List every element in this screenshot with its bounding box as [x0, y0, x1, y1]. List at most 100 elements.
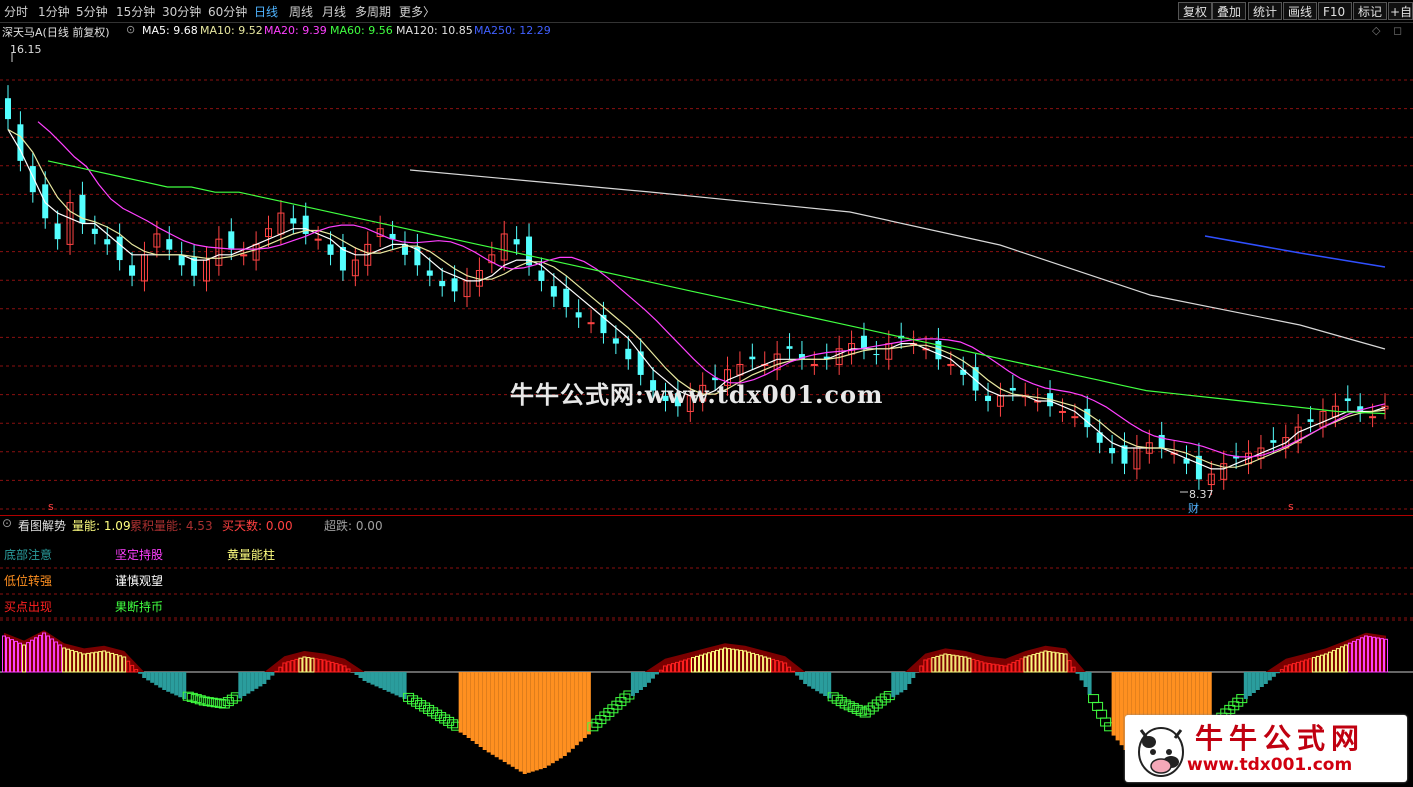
energy-bar-negative	[574, 672, 579, 746]
energy-bar-negative	[634, 672, 639, 693]
overlay-button[interactable]: 叠加	[1212, 2, 1246, 20]
event-marker-1[interactable]: s	[48, 500, 54, 513]
energy-bar-negative	[795, 672, 800, 676]
energy-bar-negative	[895, 672, 900, 695]
period-30min[interactable]: 30分钟	[162, 3, 201, 20]
energy-bar-negative	[911, 672, 916, 678]
candle-up	[1369, 416, 1377, 419]
candle-down	[129, 265, 136, 276]
candle-down	[166, 239, 173, 250]
restore-rights-button[interactable]: 复权	[1178, 2, 1212, 20]
candle-up	[314, 238, 322, 241]
financial-report-marker[interactable]: 财	[1188, 500, 1199, 516]
period-more[interactable]: 更多〉	[399, 3, 435, 20]
energy-bar-negative	[470, 672, 475, 741]
energy-bar-negative	[382, 672, 387, 690]
period-weekly[interactable]: 周线	[289, 3, 313, 20]
energy-bar-negative	[386, 672, 391, 692]
exit-step-bar	[1100, 717, 1112, 727]
candle-down	[1270, 440, 1277, 443]
energy-bar-negative	[638, 672, 643, 690]
candle-down	[550, 286, 557, 297]
candle-up	[1071, 416, 1079, 419]
energy-bar-negative	[154, 672, 159, 686]
candle-up	[587, 322, 595, 325]
energy-bar-negative	[1111, 672, 1116, 736]
candle-down	[563, 288, 570, 308]
candle-down	[637, 351, 644, 375]
energy-bar-negative	[1247, 672, 1252, 696]
candle-down	[1109, 448, 1116, 454]
energy-bar-negative	[534, 672, 539, 771]
energy-bar-negative	[174, 672, 179, 696]
indicator-dropdown-icon[interactable]: ⊙	[2, 516, 12, 530]
period-multi[interactable]: 多周期	[355, 3, 391, 20]
energy-bar-negative	[482, 672, 487, 750]
candle-down	[327, 244, 334, 255]
statistics-button[interactable]: 统计	[1248, 2, 1282, 20]
candle-up	[240, 254, 248, 257]
energy-bar-negative	[490, 672, 495, 755]
period-minute-timeline[interactable]: 分时	[4, 3, 28, 20]
candle-down	[104, 239, 111, 245]
energy-bar-negative	[1259, 672, 1264, 687]
ma120-line	[409, 169, 1386, 350]
energy-bar-negative	[478, 672, 483, 747]
energy-bar-negative	[1271, 672, 1276, 677]
logo-name: 牛牛公式网	[1195, 722, 1366, 755]
energy-bar-negative	[370, 672, 375, 685]
energy-bar-negative	[554, 672, 559, 761]
energy-bar-negative	[270, 672, 275, 676]
period-1min[interactable]: 1分钟	[38, 3, 70, 20]
expand-icon[interactable]: ◻	[1393, 24, 1402, 37]
ma10-line	[7, 128, 1386, 468]
candle-down	[5, 98, 11, 120]
watermark-text: 牛牛公式网:www.tdx001.com	[510, 380, 884, 409]
energy-bar-negative	[807, 672, 812, 687]
candle-down	[178, 254, 185, 266]
mark-button[interactable]: 标记	[1353, 2, 1387, 20]
f10-button[interactable]: F10	[1318, 2, 1352, 20]
energy-bar-negative	[1115, 672, 1120, 741]
ma10-label: MA10: 9.52	[200, 24, 263, 37]
candle-down	[612, 338, 619, 344]
candle-up	[947, 363, 955, 366]
period-monthly[interactable]: 月线	[322, 3, 346, 20]
energy-bar-negative	[374, 672, 379, 687]
energy-bar-negative	[819, 672, 824, 694]
period-15min[interactable]: 15分钟	[116, 3, 155, 20]
period-5min[interactable]: 5分钟	[76, 3, 108, 20]
energy-bar-negative	[642, 672, 647, 687]
candle-down	[1009, 387, 1016, 391]
candle-down	[116, 236, 123, 261]
candle-down	[451, 278, 458, 292]
price-chart	[0, 52, 1413, 510]
event-marker-2[interactable]: s	[1288, 500, 1294, 513]
energy-bar-negative	[266, 672, 271, 680]
candle-down	[54, 223, 61, 240]
cumulative-energy-area	[4, 630, 1386, 672]
candle-down	[439, 280, 446, 287]
energy-bar-negative	[542, 672, 547, 768]
period-daily[interactable]: 日线	[254, 3, 278, 20]
add-watchlist-button[interactable]: +自选	[1388, 2, 1413, 20]
energy-bar-negative	[1275, 672, 1280, 674]
energy-bar-negative	[354, 672, 359, 675]
settings-dropdown-icon[interactable]: ⊙	[126, 23, 135, 36]
energy-bar-negative	[550, 672, 555, 764]
ma-info-bar: 深天马A(日线 前复权) ⊙ MA5: 9.68 MA10: 9.52 MA20…	[0, 22, 1413, 40]
ma5-line	[7, 129, 1386, 470]
energy-bar-negative	[582, 672, 587, 738]
energy-bar-negative	[630, 672, 635, 696]
energy-bar-negative	[178, 672, 183, 698]
indicator-header: ⊙ 看图解势 量能: 1.09 累积量能: 4.53 买天数: 0.00 超跌:…	[0, 515, 1413, 533]
diamond-icon[interactable]: ◇	[1372, 24, 1380, 37]
energy-bar	[791, 670, 796, 673]
draw-line-button[interactable]: 画线	[1283, 2, 1317, 20]
candle-down	[513, 239, 520, 245]
energy-bar-negative	[891, 672, 896, 698]
period-60min[interactable]: 60分钟	[208, 3, 247, 20]
candle-down	[575, 312, 582, 318]
energy-bar-negative	[1079, 672, 1084, 681]
energy-bar-negative	[506, 672, 511, 765]
